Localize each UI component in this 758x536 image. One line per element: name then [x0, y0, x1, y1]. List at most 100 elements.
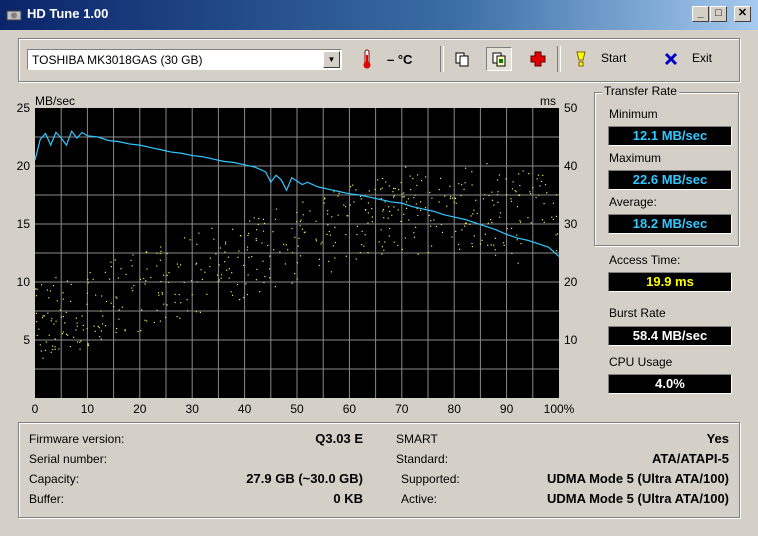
x-tick-label: 30: [186, 402, 200, 416]
access-time-point: [87, 282, 89, 284]
access-time-point: [259, 291, 261, 293]
access-time-point: [425, 176, 427, 178]
copy-icon[interactable]: [451, 47, 473, 71]
access-time-point: [397, 244, 399, 247]
access-time-point: [120, 268, 122, 270]
access-time-point: [296, 278, 298, 280]
access-time-point: [429, 191, 431, 194]
copy-screenshot-icon[interactable]: [486, 47, 512, 71]
access-time-point: [297, 245, 299, 247]
access-time-point: [463, 188, 465, 190]
access-time-point: [514, 189, 516, 192]
start-button[interactable]: Start: [601, 51, 626, 65]
title-bar[interactable]: HD Tune 1.00 _ □ ✕: [0, 0, 758, 30]
burst-rate-label: Burst Rate: [609, 306, 666, 320]
access-time-point: [555, 194, 558, 196]
access-time-point: [87, 344, 89, 346]
access-time-point: [405, 201, 408, 203]
maximize-button[interactable]: □: [710, 6, 727, 22]
access-time-point: [40, 350, 42, 352]
access-time-point: [158, 294, 160, 296]
access-time-point: [377, 179, 379, 181]
access-time-point: [80, 340, 82, 342]
access-time-point: [382, 208, 385, 211]
access-time-point: [407, 198, 410, 200]
access-time-point: [487, 244, 489, 246]
access-time-point: [419, 201, 422, 203]
access-time-point: [215, 253, 217, 255]
access-time-point: [439, 177, 442, 179]
x-tick-label: 50: [290, 402, 304, 416]
access-time-point: [98, 326, 100, 329]
access-time-point: [220, 274, 223, 276]
access-time-point: [393, 241, 395, 243]
access-time-point: [156, 252, 158, 254]
access-time-point: [55, 320, 57, 322]
access-time-point: [262, 260, 264, 262]
access-time-point: [475, 199, 477, 201]
access-time-point: [231, 272, 233, 274]
access-time-point: [54, 346, 56, 348]
exit-icon[interactable]: [660, 47, 682, 71]
access-time-point: [48, 334, 50, 336]
access-time-point: [294, 236, 296, 238]
access-time-point: [199, 311, 201, 313]
access-time-point: [261, 242, 263, 244]
access-time-point: [36, 334, 38, 337]
access-time-point: [166, 252, 168, 255]
access-time-point: [511, 252, 513, 255]
toolbar-separator: [440, 46, 444, 72]
access-time-point: [283, 243, 285, 245]
drive-select[interactable]: TOSHIBA MK3018GAS (30 GB) ▼: [27, 49, 342, 70]
access-time-point: [35, 295, 38, 297]
access-time-point: [115, 296, 117, 298]
average-label: Average:: [609, 195, 657, 209]
access-time-point: [218, 264, 220, 266]
access-time-point: [246, 249, 248, 251]
start-icon[interactable]: [570, 47, 592, 71]
exit-button[interactable]: Exit: [692, 51, 712, 65]
access-time-point: [296, 221, 298, 223]
access-time-point: [116, 297, 118, 299]
access-time-point: [121, 306, 123, 308]
access-time-point: [320, 243, 322, 245]
access-time-point: [460, 195, 462, 197]
drive-select-value: TOSHIBA MK3018GAS (30 GB): [32, 53, 203, 67]
access-time-point: [459, 248, 461, 250]
access-time-point: [236, 283, 239, 286]
access-time-point: [487, 222, 489, 224]
y-right-axis-label: ms: [540, 94, 556, 108]
access-time-point: [345, 234, 347, 236]
access-time-point: [404, 237, 406, 239]
access-time-point: [502, 242, 505, 244]
supported-label: Supported:: [401, 472, 460, 486]
access-time-point: [413, 197, 415, 199]
access-time-point: [73, 336, 75, 338]
capacity-value: 27.9 GB (~30.0 GB): [246, 471, 363, 486]
access-time-point: [163, 303, 165, 305]
access-time-point: [408, 219, 410, 221]
access-time-point: [527, 172, 530, 175]
access-time-point: [326, 233, 328, 236]
access-time-point: [113, 306, 115, 308]
x-tick-label: 60: [343, 402, 357, 416]
health-cross-icon[interactable]: [527, 47, 549, 71]
access-time-point: [382, 177, 384, 180]
access-time-point: [453, 201, 455, 203]
access-time-point: [503, 244, 505, 246]
access-time-point: [490, 218, 492, 221]
access-time-point: [488, 194, 490, 197]
close-button[interactable]: ✕: [734, 6, 751, 22]
access-time-point: [430, 225, 432, 227]
access-time-point: [79, 348, 81, 350]
access-time-point: [389, 227, 391, 230]
access-time-point: [484, 233, 486, 235]
access-time-point: [67, 334, 69, 336]
access-time-point: [380, 197, 382, 200]
minimize-button[interactable]: _: [692, 6, 709, 22]
access-time-point: [391, 214, 393, 216]
access-time-point: [461, 184, 463, 186]
access-time-point: [104, 271, 107, 273]
chevron-down-icon[interactable]: ▼: [323, 51, 340, 68]
access-time-point: [471, 171, 473, 173]
